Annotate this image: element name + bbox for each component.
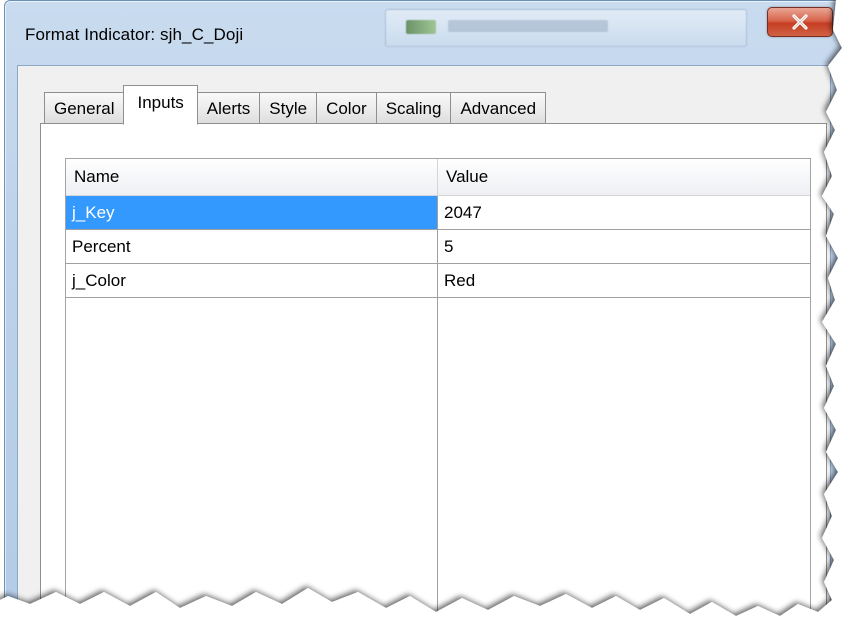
input-value-cell[interactable]: Red	[438, 264, 810, 297]
inputs-tab-panel: Name Value j_Key 2047 Percent 5 j_Color …	[40, 123, 827, 632]
dialog-window: Format Indicator: sjh_C_Doji General Inp…	[4, 0, 846, 632]
input-name-cell: Percent	[72, 237, 131, 256]
column-header-name[interactable]: Name	[66, 159, 438, 195]
tab-advanced[interactable]: Advanced	[450, 92, 547, 124]
grid-body: j_Key 2047 Percent 5 j_Color Red	[66, 196, 810, 632]
title-bar[interactable]: Format Indicator: sjh_C_Doji	[5, 1, 845, 63]
background-window-title	[448, 20, 608, 32]
grid-header: Name Value	[66, 159, 810, 196]
close-icon	[792, 14, 808, 30]
tab-scaling[interactable]: Scaling	[375, 92, 452, 124]
grid-row-j-key[interactable]: j_Key 2047	[66, 196, 810, 230]
input-name-cell: j_Key	[66, 196, 438, 229]
window-title: Format Indicator: sjh_C_Doji	[25, 25, 244, 44]
chart-app-icon	[406, 20, 436, 34]
column-divider	[437, 196, 438, 632]
tab-style[interactable]: Style	[259, 92, 318, 124]
column-header-value[interactable]: Value	[438, 159, 810, 195]
tab-strip: General Inputs Alerts Style Color Scalin…	[44, 84, 547, 125]
close-button[interactable]	[767, 7, 833, 37]
tab-alerts[interactable]: Alerts	[196, 92, 261, 124]
tab-inputs[interactable]: Inputs	[123, 85, 198, 125]
inputs-property-grid: Name Value j_Key 2047 Percent 5 j_Color …	[65, 158, 811, 632]
grid-row-j-color[interactable]: j_Color Red	[66, 264, 810, 298]
input-value-cell[interactable]: 5	[438, 230, 810, 263]
screenshot-stage: Format Indicator: sjh_C_Doji General Inp…	[0, 0, 855, 632]
grid-row-percent[interactable]: Percent 5	[66, 230, 810, 264]
input-name-cell: j_Color	[72, 271, 126, 290]
dialog-client-area: General Inputs Alerts Style Color Scalin…	[17, 65, 831, 632]
background-window-glimpse	[385, 9, 747, 47]
tab-general[interactable]: General	[44, 92, 125, 124]
input-value-cell[interactable]: 2047	[438, 196, 810, 229]
tab-color[interactable]: Color	[316, 92, 377, 124]
